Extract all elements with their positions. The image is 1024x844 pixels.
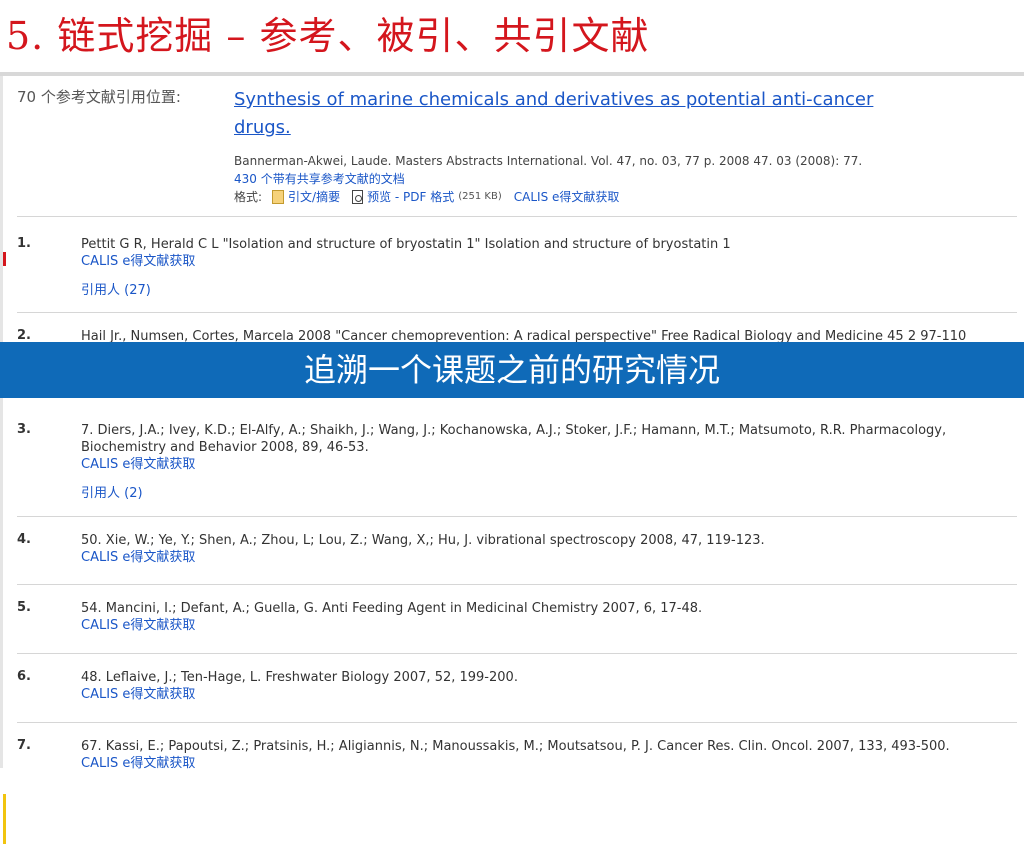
calis-link[interactable]: CALIS e得文献获取 <box>514 188 620 205</box>
search-result-screenshot: 70 个参考文献引用位置: Synthesis of marine chemic… <box>0 76 1024 844</box>
document-icon <box>272 189 285 204</box>
cited-by-link[interactable]: 引用人 (2) <box>81 485 1001 502</box>
record-header: 70 个参考文献引用位置: Synthesis of marine chemic… <box>17 84 1017 210</box>
calis-link[interactable]: CALIS e得文献获取 <box>81 617 1001 634</box>
pdf-preview-link[interactable]: 预览 - PDF 格式 <box>367 188 454 205</box>
record-meta: Bannerman-Akwei, Laude. Masters Abstract… <box>234 154 863 168</box>
reference-text: 7. Diers, J.A.; Ivey, K.D.; El-Alfy, A.;… <box>81 423 947 455</box>
record-title-link[interactable]: Synthesis of marine chemicals and deriva… <box>234 86 934 142</box>
reference-number: 4. <box>17 532 31 547</box>
divider <box>17 516 1017 517</box>
edge-marker-yellow <box>3 794 6 844</box>
slide-title: 5. 链式挖掘 – 参考、被引、共引文献 <box>0 0 1024 72</box>
reference-text: 48. Leflaive, J.; Ten-Hage, L. Freshwate… <box>81 670 518 685</box>
divider <box>17 584 1017 585</box>
pdf-size: (251 KB) <box>458 191 502 202</box>
reference-text: 50. Xie, W.; Ye, Y.; Shen, A.; Zhou, L; … <box>81 533 765 548</box>
format-label: 格式: <box>234 190 263 204</box>
pdf-icon <box>352 189 364 204</box>
format-row: 格式: 引文/摘要 预览 - PDF 格式 (251 KB) CALIS e得文… <box>234 188 619 205</box>
calis-link[interactable]: CALIS e得文献获取 <box>81 456 1001 473</box>
reference-number: 5. <box>17 600 31 615</box>
divider <box>17 312 1017 313</box>
reference-text: Pettit G R, Herald C L "Isolation and st… <box>81 237 731 252</box>
divider <box>17 216 1017 217</box>
reference-text: 54. Mancini, I.; Defant, A.; Guella, G. … <box>81 601 703 616</box>
calis-link[interactable]: CALIS e得文献获取 <box>81 755 1001 772</box>
calis-link[interactable]: CALIS e得文献获取 <box>81 549 1001 566</box>
calis-link[interactable]: CALIS e得文献获取 <box>81 686 1001 703</box>
reference-text: 67. Kassi, E.; Papoutsi, Z.; Pratsinis, … <box>81 739 950 754</box>
edge-marker-red <box>3 252 6 266</box>
cited-by-link[interactable]: 引用人 (27) <box>81 282 1001 299</box>
divider <box>17 653 1017 654</box>
reference-number: 6. <box>17 669 31 684</box>
divider <box>17 722 1017 723</box>
abstract-link[interactable]: 引文/摘要 <box>288 188 340 205</box>
reference-count-label: 70 个参考文献引用位置: <box>17 88 181 106</box>
calis-link[interactable]: CALIS e得文献获取 <box>81 253 1001 270</box>
reference-number: 7. <box>17 738 31 753</box>
reference-number: 1. <box>17 236 31 251</box>
reference-number: 2. <box>17 328 31 343</box>
reference-number: 3. <box>17 422 31 437</box>
shared-references-link[interactable]: 430 个带有共享参考文献的文档 <box>234 170 405 187</box>
highlight-banner: 追溯一个课题之前的研究情况 <box>0 342 1024 398</box>
